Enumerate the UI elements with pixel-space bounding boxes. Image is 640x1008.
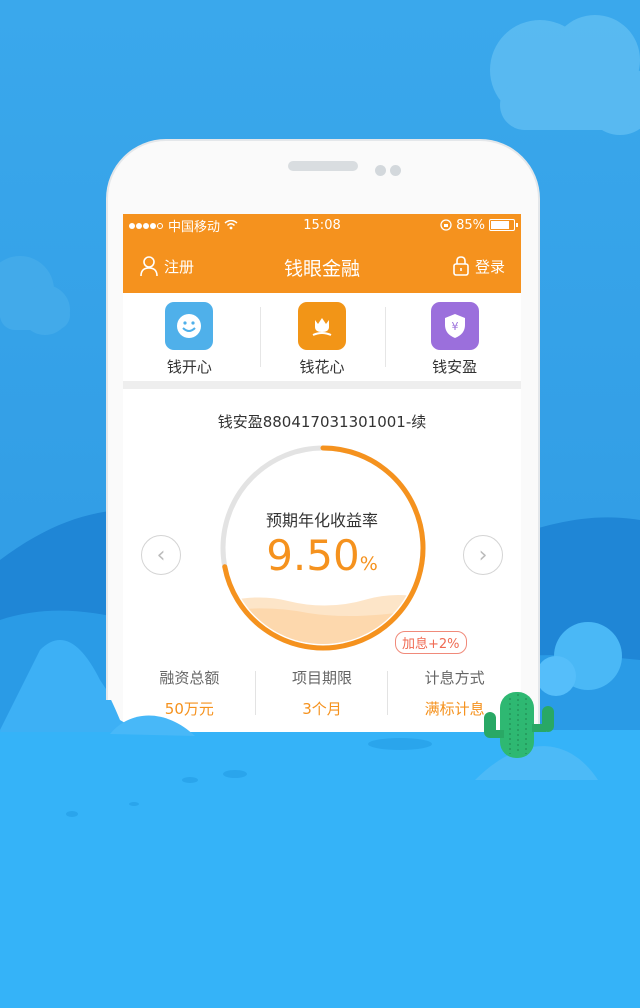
orientation-lock-icon	[440, 219, 452, 231]
rate-value: 9.50%	[123, 531, 521, 580]
cloud-top-right	[490, 15, 640, 135]
stat-label: 计息方式	[424, 669, 485, 687]
flower-icon	[298, 302, 346, 350]
product-label: 钱安盈	[432, 358, 478, 376]
phone-sensor	[375, 165, 386, 176]
product-tab-qianhuaxin[interactable]: 钱花心	[256, 293, 389, 381]
product-tabs: 钱开心 钱花心 ¥ 钱安盈	[123, 293, 521, 389]
battery-icon	[489, 219, 518, 231]
rate-number: 9.50	[266, 531, 360, 580]
rate-label: 预期年化收益率	[265, 511, 378, 530]
product-tab-qiankaixin[interactable]: 钱开心	[123, 293, 256, 381]
smile-icon	[165, 302, 214, 350]
phone-camera	[390, 165, 401, 176]
login-button[interactable]: 登录	[452, 255, 505, 277]
status-bar: 中国移动 15:08 85%	[123, 214, 521, 236]
cactus-illustration	[484, 692, 554, 758]
stat-label: 融资总额	[159, 669, 220, 687]
stat-label: 项目期限	[292, 669, 353, 687]
rate-unit: %	[359, 553, 378, 575]
product-label: 钱花心	[299, 358, 345, 376]
svg-text:¥: ¥	[451, 320, 458, 333]
nav-bar: 注册 钱眼金融 登录	[123, 236, 521, 293]
shield-yen-icon: ¥	[430, 302, 479, 350]
phone-speaker	[288, 161, 358, 171]
product-name: 钱安盈880417031301001-续	[217, 413, 427, 431]
bonus-badge: 加息+2%	[395, 631, 467, 654]
battery-percent: 85%	[456, 217, 485, 233]
product-card[interactable]: 钱安盈880417031301001-续 预期年化收益率 9.50% 加息+2%…	[123, 389, 521, 729]
lock-icon	[453, 256, 469, 276]
prev-arrow-button[interactable]: ‹	[141, 535, 181, 575]
chevron-left-icon: ‹	[156, 542, 166, 568]
login-label: 登录	[474, 257, 505, 276]
chevron-right-icon: ›	[478, 542, 488, 568]
next-arrow-button[interactable]: ›	[463, 535, 503, 575]
product-label: 钱开心	[166, 358, 212, 376]
product-tab-qiananying[interactable]: ¥ 钱安盈	[388, 293, 521, 381]
